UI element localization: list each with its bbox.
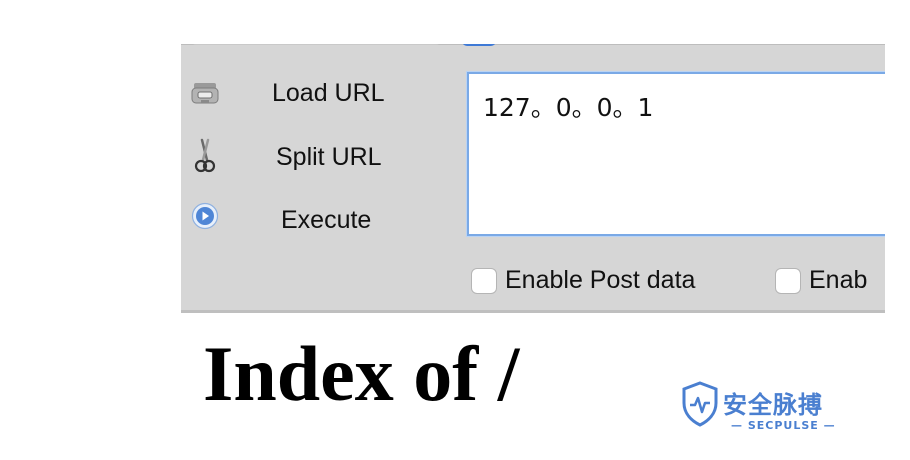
execute-label: Execute xyxy=(281,206,372,234)
enable-post-data-label: Enable Post data xyxy=(505,266,696,294)
hackbar-panel: Load URL Split URL Execute 127。0。0。1 Ena… xyxy=(181,44,885,310)
shield-icon xyxy=(682,381,718,427)
url-input-value: 127。0。0。1 xyxy=(483,93,654,122)
enable-second-label: Enab xyxy=(809,266,868,294)
watermark-en: — SECPULSE — xyxy=(731,419,836,432)
scissors-icon xyxy=(191,138,219,173)
enable-post-data-option[interactable]: Enable Post data xyxy=(471,266,761,298)
load-url-label: Load URL xyxy=(272,79,385,107)
execute-button[interactable]: Execute xyxy=(181,199,451,239)
url-input[interactable]: 127。0。0。1 xyxy=(467,72,885,236)
split-url-button[interactable]: Split URL xyxy=(181,138,451,178)
page-content: Index of / 安全脉搏 — SECPULSE — xyxy=(181,313,885,460)
split-url-label: Split URL xyxy=(276,143,382,171)
top-tab-active[interactable] xyxy=(462,44,496,46)
secpulse-watermark: 安全脉搏 — SECPULSE — xyxy=(677,379,867,439)
watermark-cn: 安全脉搏 xyxy=(723,391,823,419)
enable-second-option[interactable]: Enab xyxy=(775,266,885,298)
top-tab[interactable] xyxy=(191,44,441,45)
page-title: Index of / xyxy=(203,330,520,417)
load-url-icon xyxy=(191,80,219,108)
load-url-button[interactable]: Load URL xyxy=(181,74,451,114)
enable-post-data-checkbox[interactable] xyxy=(471,268,497,294)
play-icon xyxy=(191,202,219,230)
enable-second-checkbox[interactable] xyxy=(775,268,801,294)
